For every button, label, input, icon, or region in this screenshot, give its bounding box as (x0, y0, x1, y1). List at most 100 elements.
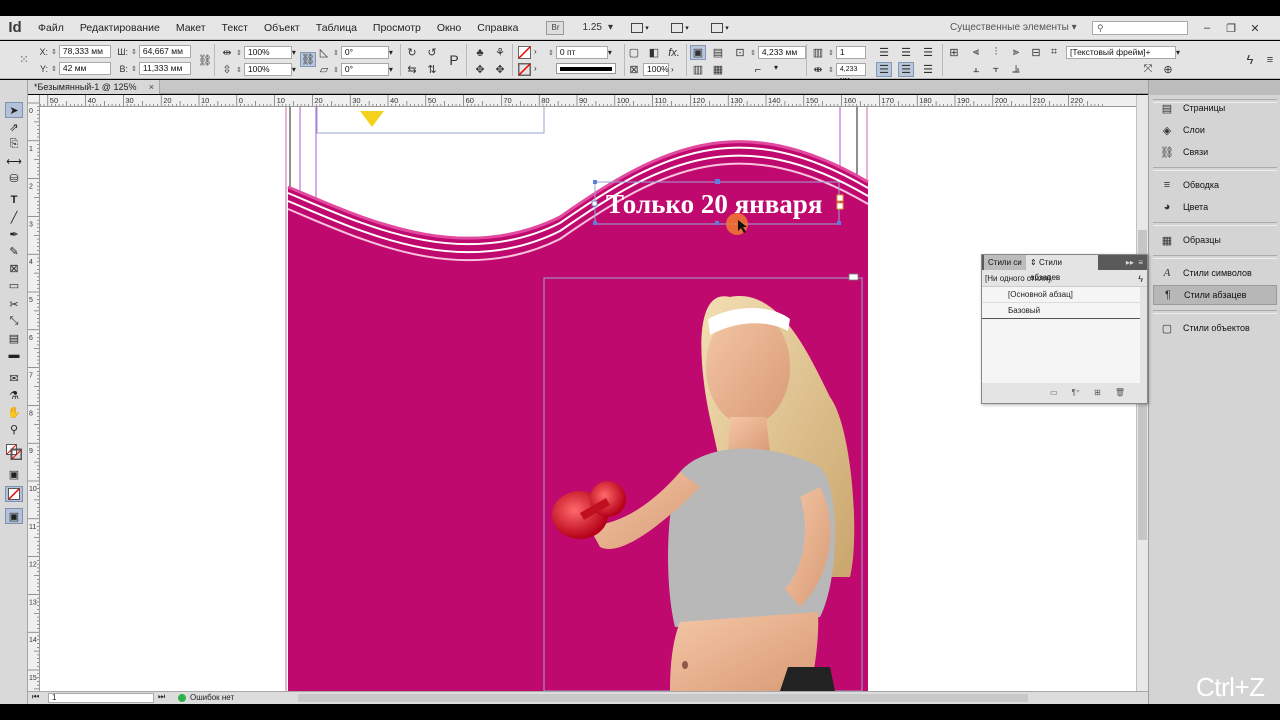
chevron-down-icon[interactable]: ▾ (774, 63, 778, 72)
spinner-icon[interactable]: ⇕ (131, 65, 137, 73)
gutter-field[interactable]: 4,233 мм (835, 63, 866, 84)
fill-stroke-icon[interactable] (5, 444, 23, 460)
search-input[interactable]: ⚲ (1092, 21, 1188, 35)
rectangle-frame-tool-icon[interactable]: ⊠ (5, 260, 23, 276)
text-align-justify-icon[interactable]: ☰ (898, 62, 914, 77)
align-right-edges-icon[interactable]: ⫸ (1008, 45, 1024, 60)
chevron-right-icon[interactable]: › (534, 47, 537, 56)
spinner-icon[interactable]: ⇕ (51, 65, 57, 73)
preflight-status[interactable]: Ошибок нет (178, 692, 234, 704)
selection-tool-icon[interactable]: ➤ (5, 102, 23, 118)
maximize-icon[interactable]: ❐ (1223, 21, 1239, 35)
text-align-bottom-icon[interactable]: ☰ (920, 45, 936, 60)
menu-edit[interactable]: Редактирование (72, 16, 168, 40)
align-top-edges-icon[interactable]: ⫠ (968, 62, 984, 77)
style-item-basic-paragraph[interactable]: [Основной абзац] (982, 287, 1140, 303)
chevron-right-icon[interactable]: › (534, 64, 537, 73)
panel-menu-icon[interactable]: ≡ (1262, 52, 1278, 67)
chevron-down-icon[interactable]: ▾ (292, 48, 296, 57)
rotate-ccw-icon[interactable]: ↺ (424, 45, 440, 60)
tab-character-styles[interactable]: Стили си (984, 255, 1026, 270)
distribute-icon[interactable]: ⊞ (946, 45, 962, 60)
gradient-feather-tool-icon[interactable]: ▬ (5, 347, 23, 363)
workspace-switcher[interactable]: Существенные элементы ▾ (950, 16, 1077, 40)
corner-options-icon[interactable]: ⌐ (750, 62, 766, 77)
text-align-left-icon[interactable]: ☰ (876, 62, 892, 77)
pen-tool-icon[interactable]: ✒ (5, 226, 23, 242)
chevron-right-icon[interactable]: › (671, 65, 674, 74)
paragraph-icon[interactable]: P (446, 52, 462, 68)
width-field[interactable]: 64,667 мм (138, 45, 191, 58)
select-previous-icon[interactable]: ✥ (472, 62, 488, 77)
align-h-center-icon[interactable]: ⫶ (988, 45, 1004, 60)
menu-view[interactable]: Просмотр (365, 16, 429, 40)
reference-point-icon[interactable]: ⁙ (16, 52, 32, 67)
formatting-container-icon[interactable]: ▣ (5, 466, 23, 482)
dock-header[interactable] (1148, 80, 1280, 95)
shadow-icon[interactable]: ◧ (646, 45, 662, 60)
note-tool-icon[interactable]: ✉ (5, 370, 23, 386)
apply-none-icon[interactable] (5, 486, 23, 502)
drop-shadow-icon[interactable]: ▢ (626, 45, 642, 60)
justify-vertical-icon[interactable]: ▦ (710, 62, 726, 77)
line-tool-icon[interactable]: ╱ (5, 209, 23, 225)
last-page-icon[interactable]: ⏭ (158, 692, 165, 702)
spinner-icon[interactable]: ⇕ (548, 49, 554, 57)
arrange-documents-button[interactable]: ▾ (707, 20, 733, 36)
style-item-base[interactable]: Базовый (982, 303, 1140, 319)
fill-none-icon[interactable] (516, 45, 532, 60)
close-icon[interactable]: × (149, 80, 154, 94)
rotate-cw-icon[interactable]: ↻ (404, 45, 420, 60)
text-align-top-icon[interactable]: ☰ (876, 45, 892, 60)
scale-x-field[interactable]: 100% (243, 46, 292, 59)
delete-style-icon[interactable]: 🗑 (1115, 388, 1125, 397)
height-field[interactable]: 11,333 мм (138, 62, 191, 75)
page-number-field[interactable]: 1 (48, 693, 154, 703)
menu-window[interactable]: Окно (429, 16, 469, 40)
spinner-icon[interactable]: ⇕ (828, 66, 834, 74)
dock-item-samples[interactable]: ▦ Образцы (1153, 230, 1277, 250)
constrain-proportions-icon[interactable]: ⛓ (197, 53, 213, 68)
spinner-icon[interactable]: ⇕ (333, 49, 339, 57)
chevron-down-icon[interactable]: ▾ (608, 48, 612, 57)
clear-overrides-icon[interactable]: ¶⁺ (1072, 388, 1081, 397)
align-left-edges-icon[interactable]: ⫷ (968, 45, 984, 60)
chevron-down-icon[interactable]: ▾ (292, 65, 296, 74)
screen-mode-button[interactable]: ▾ (667, 20, 693, 36)
align-bottom-edges-icon[interactable]: ⫡ (1008, 62, 1024, 77)
stroke-type-select[interactable] (556, 63, 616, 74)
type-tool-icon[interactable]: T (5, 192, 23, 208)
stroke-weight-field[interactable]: 0 пт (555, 46, 608, 59)
close-icon[interactable]: ✕ (1247, 21, 1263, 35)
spinner-icon[interactable]: ⇕ (333, 66, 339, 74)
spinner-icon[interactable]: ⇕ (750, 49, 756, 57)
gradient-swatch-tool-icon[interactable]: ▤ (5, 330, 23, 346)
quick-apply-icon[interactable]: ϟ (1138, 271, 1143, 287)
page-tool-icon[interactable]: ⎘ (5, 136, 23, 152)
horizontal-ruler[interactable]: 50 40 30 20 10 0 10 20 30 40 50 60 70 80 90 100 110 120 13… (40, 95, 1136, 107)
select-content-icon[interactable]: ⚘ (492, 45, 508, 60)
y-field[interactable]: 42 мм (58, 62, 111, 75)
minimize-icon[interactable]: – (1199, 21, 1215, 35)
shear-field[interactable]: 0° (340, 63, 389, 76)
spinner-icon[interactable]: ⇕ (236, 49, 242, 57)
select-container-icon[interactable]: ♣ (472, 45, 488, 60)
rotate-field[interactable]: 0° (340, 46, 389, 59)
select-next-icon[interactable]: ✥ (492, 62, 508, 77)
spinner-icon[interactable]: ⇕ (131, 48, 137, 56)
clear-overrides-icon[interactable]: ⤧ (1140, 62, 1156, 77)
dock-item-object-styles[interactable]: ▢ Стили объектов (1153, 318, 1277, 338)
content-collector-icon[interactable]: ⛁ (5, 170, 23, 186)
free-transform-tool-icon[interactable]: ⤡ (5, 313, 23, 329)
pencil-tool-icon[interactable]: ✎ (5, 243, 23, 259)
document-canvas[interactable]: Только 20 января (40, 107, 1136, 691)
align-center-icon[interactable]: ▤ (710, 45, 726, 60)
dock-item-character-styles[interactable]: A Стили символов (1153, 263, 1277, 283)
dock-item-pages[interactable]: ▤ Страницы (1153, 98, 1277, 118)
effects-icon[interactable]: fx. (666, 45, 682, 60)
stroke-none-icon[interactable] (516, 62, 532, 77)
spinner-icon[interactable]: ⇕ (828, 49, 834, 57)
first-page-icon[interactable]: ⏮ (32, 692, 39, 702)
menu-file[interactable]: Файл (30, 16, 72, 40)
headline-text[interactable]: Только 20 января (606, 189, 822, 219)
